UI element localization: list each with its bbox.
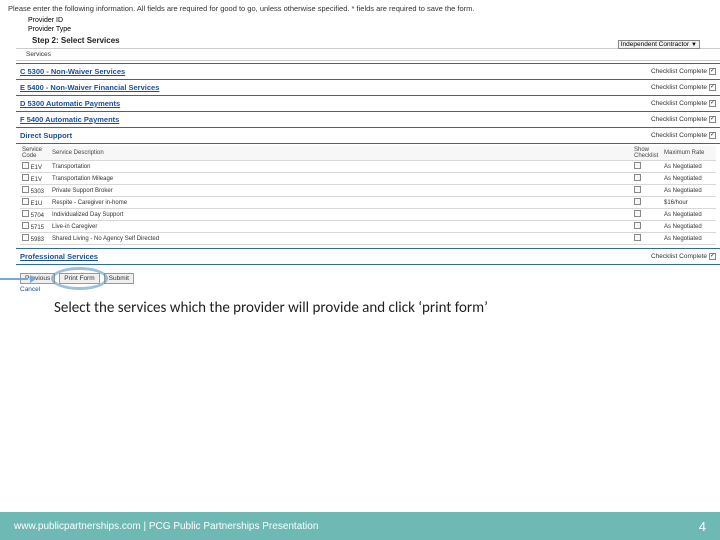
checklist-complete-label: Checklist Complete (651, 100, 707, 107)
checklist-complete-label: Checklist Complete (651, 68, 707, 75)
service-select-checkbox[interactable] (22, 162, 29, 169)
divider (16, 63, 720, 64)
previous-button[interactable]: Previous (20, 273, 55, 284)
show-checklist-checkbox[interactable] (634, 174, 641, 181)
print-form-button[interactable]: Print Form (59, 273, 99, 284)
chevron-down-icon: ▼ (691, 42, 697, 48)
service-select-checkbox[interactable] (22, 234, 29, 241)
provider-id-label: Provider ID (28, 17, 78, 24)
slide-caption: Select the services which the provider w… (54, 299, 720, 317)
checklist-complete-checkbox[interactable] (709, 132, 716, 139)
section-link[interactable]: C 5300 - Non-Waiver Services (20, 67, 125, 76)
maximum-rate: $16/hour (662, 197, 716, 209)
footer-bar: www.publicpartnerships.com | PCG Public … (0, 512, 720, 540)
show-checklist-checkbox[interactable] (634, 198, 641, 205)
checklist-complete-checkbox[interactable] (709, 100, 716, 107)
divider (16, 127, 720, 128)
service-description: Shared Living - No Agency Self Directed (50, 233, 632, 245)
service-description: Transportation (50, 161, 632, 173)
th-code: Service Code (20, 146, 50, 161)
show-checklist-checkbox[interactable] (634, 222, 641, 229)
divider (16, 48, 720, 49)
provider-type-label: Provider Type (28, 26, 78, 33)
table-row: E1U Respite - Caregiver in-home $16/hour (20, 197, 716, 209)
checklist-complete-checkbox[interactable] (709, 84, 716, 91)
service-select-checkbox[interactable] (22, 198, 29, 205)
checklist-complete-label: Checklist Complete (651, 84, 707, 91)
divider (16, 79, 720, 80)
service-description: Transportation Mileage (50, 173, 632, 185)
divider (16, 248, 720, 249)
provider-type-select[interactable]: Independent Contractor ▼ (618, 40, 700, 49)
services-table: Service Code Service Description Show Ch… (20, 146, 716, 245)
checklist-complete-label: Checklist Complete (651, 253, 707, 260)
divider (16, 111, 720, 112)
table-row: 5715 Live-in Caregiver As Negotiated (20, 221, 716, 233)
show-checklist-checkbox[interactable] (634, 162, 641, 169)
page-number: 4 (699, 519, 706, 534)
service-code: 5715 (29, 225, 44, 231)
service-code: 5704 (29, 213, 44, 219)
service-code: E1V (29, 165, 42, 171)
cancel-link[interactable]: Cancel (20, 286, 712, 293)
section-link[interactable]: E 5400 - Non-Waiver Financial Services (20, 83, 159, 92)
divider (16, 143, 720, 144)
checklist-complete-label: Checklist Complete (651, 116, 707, 123)
show-checklist-checkbox[interactable] (634, 234, 641, 241)
service-select-checkbox[interactable] (22, 174, 29, 181)
service-description: Live-in Caregiver (50, 221, 632, 233)
checklist-complete-checkbox[interactable] (709, 253, 716, 260)
show-checklist-checkbox[interactable] (634, 210, 641, 217)
maximum-rate: As Negotiated (662, 173, 716, 185)
maximum-rate: As Negotiated (662, 233, 716, 245)
form-instructions: Please enter the following information. … (8, 4, 712, 13)
provider-type-value: Independent Contractor (621, 41, 689, 48)
service-select-checkbox[interactable] (22, 210, 29, 217)
footer-text: www.publicpartnerships.com | PCG Public … (14, 521, 318, 532)
maximum-rate: As Negotiated (662, 161, 716, 173)
service-description: Private Support Broker (50, 185, 632, 197)
maximum-rate: As Negotiated (662, 209, 716, 221)
divider (16, 264, 720, 265)
step-title: Step 2: Select Services (32, 36, 712, 45)
service-code: 5983 (29, 237, 44, 243)
submit-button[interactable]: Submit (104, 273, 134, 284)
checklist-complete-label: Checklist Complete (651, 132, 707, 139)
service-code: 5303 (29, 189, 44, 195)
divider (16, 60, 720, 61)
table-row: 5303 Private Support Broker As Negotiated (20, 185, 716, 197)
divider (16, 95, 720, 96)
checklist-complete-checkbox[interactable] (709, 68, 716, 75)
maximum-rate: As Negotiated (662, 221, 716, 233)
th-rate: Maximum Rate (662, 146, 716, 161)
service-description: Individualized Day Support (50, 209, 632, 221)
table-row: E1V Transportation As Negotiated (20, 161, 716, 173)
service-description: Respite - Caregiver in-home (50, 197, 632, 209)
section-link[interactable]: F 5400 Automatic Payments (20, 115, 119, 124)
table-row: 5983 Shared Living - No Agency Self Direc… (20, 233, 716, 245)
th-desc: Service Description (50, 146, 632, 161)
section-professional-services[interactable]: Professional Services (20, 252, 98, 261)
show-checklist-checkbox[interactable] (634, 186, 641, 193)
service-select-checkbox[interactable] (22, 186, 29, 193)
maximum-rate: As Negotiated (662, 185, 716, 197)
service-code: E1U (29, 201, 42, 207)
th-show: Show Checklist (632, 146, 662, 161)
services-heading: Services (26, 51, 712, 58)
service-code: E1V (29, 177, 42, 183)
table-row: E1V Transportation Mileage As Negotiated (20, 173, 716, 185)
service-select-checkbox[interactable] (22, 222, 29, 229)
table-row: 5704 Individualized Day Support As Negotia… (20, 209, 716, 221)
section-link[interactable]: D 5300 Automatic Payments (20, 99, 120, 108)
checklist-complete-checkbox[interactable] (709, 116, 716, 123)
section-link[interactable]: Direct Support (20, 131, 72, 140)
